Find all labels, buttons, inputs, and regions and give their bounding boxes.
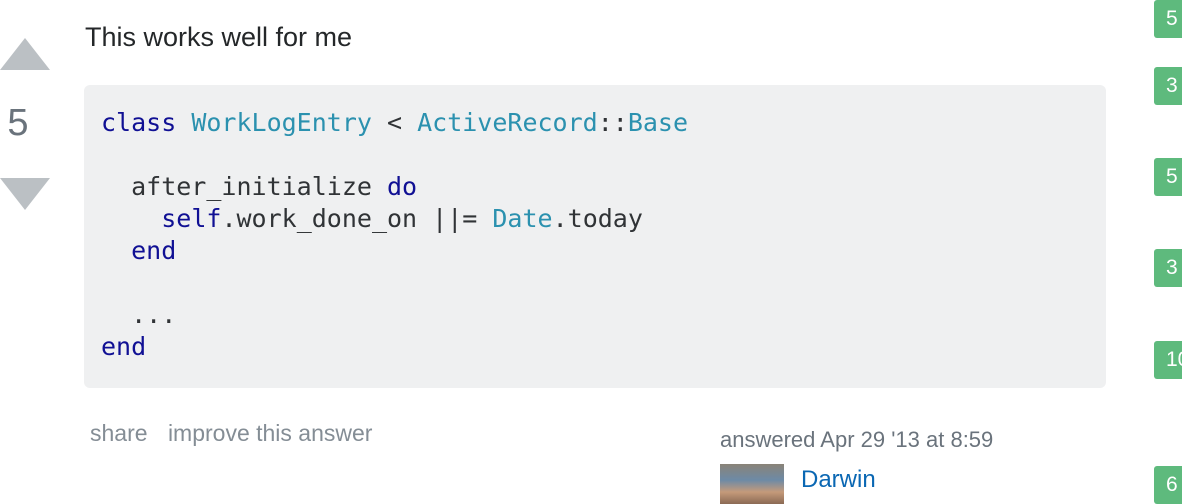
code-line: class WorkLogEntry < ActiveRecord::Base (101, 107, 1106, 139)
code-line: end (101, 331, 1106, 363)
vote-count: 5 (7, 102, 29, 144)
code-token: .work_done_on ||= (221, 204, 493, 233)
linked-question-score-badge[interactable]: 6 (1154, 466, 1182, 504)
code-token: WorkLogEntry (191, 108, 372, 137)
code-token: Date (492, 204, 553, 233)
post-menu: share improve this answer (90, 420, 386, 447)
upvote-arrow-icon[interactable] (0, 38, 50, 70)
code-token: :: (597, 108, 628, 137)
code-token: ActiveRecord (417, 108, 598, 137)
code-token: end (101, 332, 147, 361)
code-token: after_initialize (101, 172, 387, 201)
linked-question-score-badge[interactable]: 10 (1154, 341, 1182, 379)
code-line: self.work_done_on ||= Date.today (101, 203, 1106, 235)
code-line: end (101, 235, 1106, 267)
code-token: end (131, 236, 177, 265)
vote-controls: 5 (0, 0, 60, 240)
code-line: after_initialize do (101, 171, 1106, 203)
linked-question-score-badge[interactable]: 5 (1154, 158, 1182, 196)
code-line: ... (101, 299, 1106, 331)
code-token: class (101, 108, 192, 137)
linked-question-score-badge[interactable]: 5 (1154, 0, 1182, 38)
code-token: .today (552, 204, 643, 233)
answered-time: answered Apr 29 '13 at 8:59 (720, 427, 994, 452)
downvote-arrow-icon[interactable] (0, 178, 50, 210)
improve-answer-link[interactable]: improve this answer (168, 420, 373, 446)
user-info: answered Apr 29 '13 at 8:59 Darwin (720, 426, 1100, 504)
answer-text: This works well for me (85, 22, 353, 52)
code-token: self (161, 204, 222, 233)
linked-question-score-badge[interactable]: 3 (1154, 67, 1182, 105)
avatar[interactable] (720, 464, 784, 504)
user-name-link[interactable]: Darwin (801, 466, 876, 494)
code-token: do (386, 172, 418, 201)
code-block: class WorkLogEntry < ActiveRecord::Base … (84, 85, 1106, 388)
code-token: Base (627, 108, 689, 137)
share-link[interactable]: share (90, 420, 148, 446)
code-token: < (371, 108, 418, 137)
linked-question-score-badge[interactable]: 3 (1154, 249, 1182, 287)
code-token: ... (101, 300, 177, 329)
